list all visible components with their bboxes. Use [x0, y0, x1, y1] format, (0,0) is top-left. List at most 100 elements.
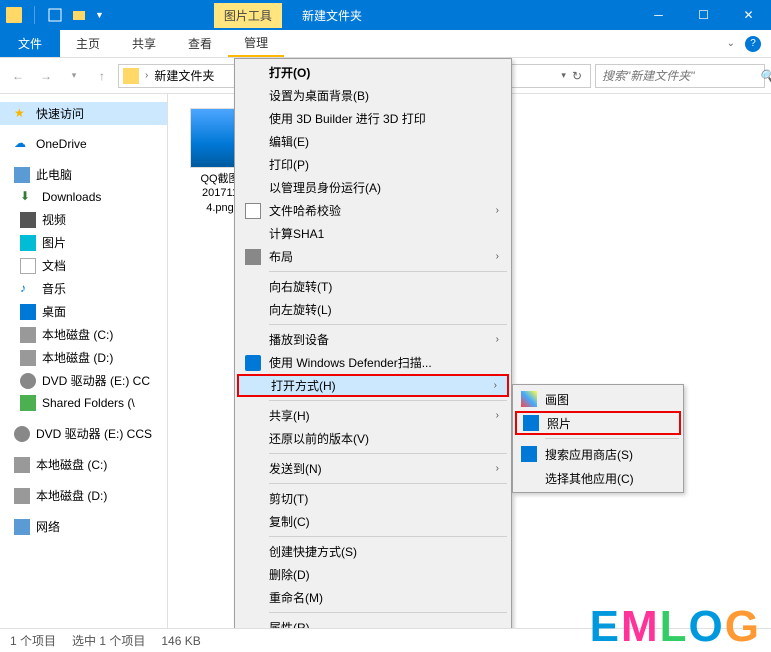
up-button[interactable]: ↑: [90, 64, 114, 88]
file-tab[interactable]: 文件: [0, 30, 60, 57]
menu-open-with[interactable]: 打开方式(H)›: [237, 374, 509, 397]
menu-run-admin[interactable]: 以管理员身份运行(A): [237, 176, 509, 199]
qat-dropdown-icon[interactable]: ▼: [95, 10, 104, 20]
sidebar-documents[interactable]: 文档: [0, 254, 167, 277]
menu-previous-versions[interactable]: 还原以前的版本(V): [237, 427, 509, 450]
submenu-photos[interactable]: 照片: [515, 411, 681, 435]
download-icon: ⬇: [20, 189, 36, 205]
menu-share[interactable]: 共享(H)›: [237, 404, 509, 427]
store-icon: [521, 446, 537, 462]
menu-rotate-right[interactable]: 向右旋转(T): [237, 275, 509, 298]
home-tab[interactable]: 主页: [60, 30, 116, 57]
search-icon[interactable]: 🔍: [759, 69, 771, 83]
forward-button[interactable]: →: [34, 64, 58, 88]
submenu-search-store[interactable]: 搜索应用商店(S): [515, 442, 681, 466]
disk-icon: [20, 350, 36, 366]
refresh-icon[interactable]: ↻: [572, 69, 582, 83]
sidebar-disk-d2[interactable]: 本地磁盘 (D:): [0, 484, 167, 507]
menu-layout[interactable]: 布局›: [237, 245, 509, 268]
search-input[interactable]: [602, 69, 759, 83]
disk-icon: [14, 488, 30, 504]
chevron-right-icon: ›: [496, 251, 499, 262]
menu-set-background[interactable]: 设置为桌面背景(B): [237, 84, 509, 107]
share-tab[interactable]: 共享: [116, 30, 172, 57]
submenu-paint[interactable]: 画图: [515, 387, 681, 411]
menu-3d-builder[interactable]: 使用 3D Builder 进行 3D 打印: [237, 107, 509, 130]
menu-rename[interactable]: 重命名(M): [237, 586, 509, 609]
menu-sha1[interactable]: 计算SHA1: [237, 222, 509, 245]
chevron-right-icon: ›: [496, 205, 499, 216]
sidebar-network[interactable]: 网络: [0, 515, 167, 538]
help-icon[interactable]: ?: [745, 36, 761, 52]
sidebar-disk-c[interactable]: 本地磁盘 (C:): [0, 323, 167, 346]
chevron-right-icon: ›: [496, 410, 499, 421]
sidebar-onedrive[interactable]: ☁OneDrive: [0, 133, 167, 155]
menu-open[interactable]: 打开(O): [237, 61, 509, 84]
sidebar-desktop[interactable]: 桌面: [0, 300, 167, 323]
disk-icon: [14, 457, 30, 473]
chevron-right-icon: ›: [496, 463, 499, 474]
address-dropdown-icon[interactable]: ▾: [561, 70, 566, 81]
open-with-submenu: 画图 照片 搜索应用商店(S) 选择其他应用(C): [512, 384, 684, 493]
menu-print[interactable]: 打印(P): [237, 153, 509, 176]
music-icon: ♪: [20, 281, 36, 297]
menu-delete[interactable]: 删除(D): [237, 563, 509, 586]
document-icon: [245, 203, 261, 219]
contextual-tab-label: 图片工具: [214, 3, 282, 28]
submenu-choose-app[interactable]: 选择其他应用(C): [515, 466, 681, 490]
menu-create-shortcut[interactable]: 创建快捷方式(S): [237, 540, 509, 563]
sidebar-downloads[interactable]: ⬇Downloads: [0, 186, 167, 208]
shared-folder-icon: [20, 395, 36, 411]
menu-copy[interactable]: 复制(C): [237, 510, 509, 533]
paint-icon: [521, 391, 537, 407]
menu-defender[interactable]: 使用 Windows Defender扫描...: [237, 351, 509, 374]
menu-edit[interactable]: 编辑(E): [237, 130, 509, 153]
sidebar-this-pc[interactable]: 此电脑: [0, 163, 167, 186]
sidebar-videos[interactable]: 视频: [0, 208, 167, 231]
manage-tab[interactable]: 管理: [228, 30, 284, 57]
sidebar-shared[interactable]: Shared Folders (\: [0, 392, 167, 414]
close-button[interactable]: ✕: [726, 0, 771, 30]
pc-icon: [14, 167, 30, 183]
search-box[interactable]: 🔍: [595, 64, 765, 88]
menu-hash[interactable]: 文件哈希校验›: [237, 199, 509, 222]
menu-cut[interactable]: 剪切(T): [237, 487, 509, 510]
folder-icon: [123, 68, 139, 84]
back-button[interactable]: ←: [6, 64, 30, 88]
properties-icon[interactable]: [47, 7, 63, 23]
chevron-right-icon: ›: [496, 334, 499, 345]
menu-cast[interactable]: 播放到设备›: [237, 328, 509, 351]
status-item-count: 1 个项目: [10, 632, 56, 649]
recent-dropdown[interactable]: ▾: [62, 64, 86, 88]
sidebar-dvd-e1[interactable]: DVD 驱动器 (E:) CC: [0, 369, 167, 392]
network-icon: [14, 519, 30, 535]
window-title: 新建文件夹: [302, 7, 362, 24]
star-icon: ★: [14, 106, 30, 122]
minimize-button[interactable]: ─: [636, 0, 681, 30]
sidebar-disk-c2[interactable]: 本地磁盘 (C:): [0, 453, 167, 476]
context-menu: 打开(O) 设置为桌面背景(B) 使用 3D Builder 进行 3D 打印 …: [234, 58, 512, 642]
sidebar-disk-d[interactable]: 本地磁盘 (D:): [0, 346, 167, 369]
sidebar-music[interactable]: ♪音乐: [0, 277, 167, 300]
maximize-button[interactable]: ☐: [681, 0, 726, 30]
collapse-ribbon-icon[interactable]: ⌄: [727, 38, 735, 49]
quick-access-toolbar: ▼: [0, 6, 104, 24]
status-selected: 选中 1 个项目: [72, 632, 145, 649]
folder-icon: [6, 7, 22, 23]
shield-icon: [245, 355, 261, 371]
sidebar-dvd-e2[interactable]: DVD 驱动器 (E:) CCS: [0, 422, 167, 445]
sidebar-nav: ★快速访问 ☁OneDrive 此电脑 ⬇Downloads 视频 图片 文档 …: [0, 94, 168, 628]
dvd-icon: [14, 426, 30, 442]
onedrive-icon: ☁: [14, 136, 30, 152]
view-tab[interactable]: 查看: [172, 30, 228, 57]
titlebar: ▼ 图片工具 新建文件夹 ─ ☐ ✕: [0, 0, 771, 30]
sidebar-pictures[interactable]: 图片: [0, 231, 167, 254]
menu-rotate-left[interactable]: 向左旋转(L): [237, 298, 509, 321]
documents-icon: [20, 258, 36, 274]
sidebar-quick-access[interactable]: ★快速访问: [0, 102, 167, 125]
menu-send-to[interactable]: 发送到(N)›: [237, 457, 509, 480]
layout-icon: [245, 249, 261, 265]
breadcrumb-current[interactable]: 新建文件夹: [154, 67, 214, 84]
pictures-icon: [20, 235, 36, 251]
new-folder-icon[interactable]: [71, 7, 87, 23]
